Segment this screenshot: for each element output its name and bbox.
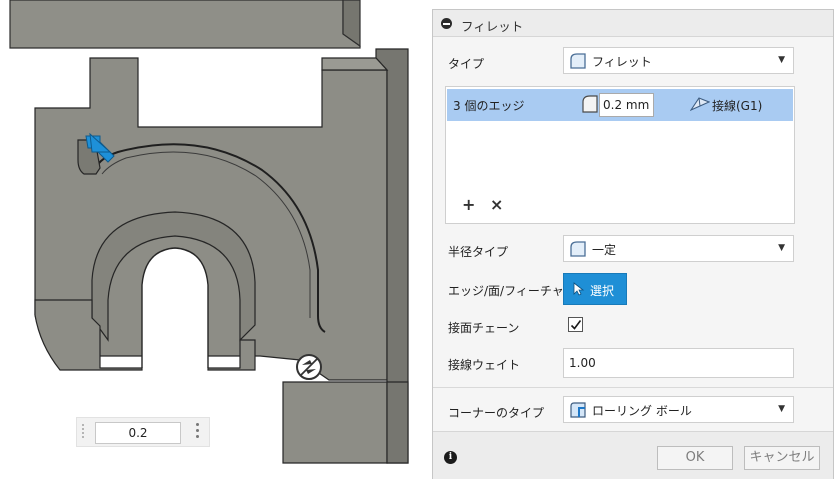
type-select[interactable]: フィレット ▼ — [563, 47, 794, 74]
corner-icon — [569, 401, 587, 422]
3d-viewport[interactable]: 0.2 — [0, 0, 430, 487]
section-divider — [433, 387, 833, 388]
floating-value-input: 0.2 — [76, 417, 210, 447]
corner-type-label: コーナーのタイプ — [448, 406, 545, 420]
dialog-header[interactable]: フィレット — [433, 10, 833, 37]
radius-type-label: 半径タイプ — [448, 245, 509, 259]
floating-radius-input[interactable]: 0.2 — [95, 422, 181, 444]
remove-button[interactable]: × — [490, 197, 503, 213]
radius-input[interactable]: 0.2 mm — [599, 93, 654, 117]
select-button[interactable]: 選択 — [563, 273, 627, 305]
manipulator-icon[interactable] — [296, 354, 322, 380]
fillet-dialog: フィレット タイプ フィレット ▼ 3 個のエッジ 0.2 mm 接線(G1) … — [432, 9, 834, 479]
cad-model[interactable] — [0, 0, 430, 487]
dialog-footer: i OK キャンセル — [433, 431, 833, 479]
type-label: タイプ — [448, 57, 485, 71]
edge-set-row[interactable]: 3 個のエッジ 0.2 mm 接線(G1) — [447, 89, 793, 121]
dialog-title: フィレット — [461, 19, 524, 34]
tangent-chain-label: 接面チェーン — [448, 321, 520, 335]
chevron-down-icon: ▼ — [778, 55, 785, 65]
edge-set-list: 3 個のエッジ 0.2 mm 接線(G1) + × — [445, 86, 795, 224]
check-icon — [570, 320, 582, 330]
corner-type-value: ローリング ボール — [592, 404, 692, 418]
cursor-icon — [573, 282, 585, 299]
type-value: フィレット — [592, 55, 652, 69]
tangency-weight-input[interactable]: 1.00 — [563, 348, 794, 378]
drag-grip-icon[interactable] — [80, 424, 86, 442]
edge-count-label: 3 個のエッジ — [453, 99, 525, 113]
radius-icon — [582, 95, 598, 116]
add-button[interactable]: + — [462, 197, 475, 213]
cancel-button[interactable]: キャンセル — [744, 446, 820, 470]
tangency-weight-label: 接線ウェイト — [448, 358, 521, 372]
chevron-down-icon: ▼ — [778, 404, 785, 414]
selection-label: エッジ/面/フィーチャ — [448, 284, 564, 298]
more-options-icon[interactable] — [193, 423, 201, 443]
chevron-down-icon: ▼ — [778, 243, 785, 253]
fillet-icon — [569, 240, 587, 261]
fillet-icon — [569, 52, 587, 73]
tangent-chain-checkbox[interactable] — [568, 317, 583, 332]
tangency-value: 接線(G1) — [712, 99, 763, 113]
radius-type-select[interactable]: 一定 ▼ — [563, 235, 794, 262]
select-button-label: 選択 — [590, 284, 615, 298]
corner-type-select[interactable]: ローリング ボール ▼ — [563, 396, 794, 423]
tangent-icon[interactable] — [689, 96, 711, 115]
radius-type-value: 一定 — [592, 243, 617, 257]
collapse-icon[interactable] — [441, 18, 452, 29]
info-icon[interactable]: i — [444, 451, 457, 464]
ok-button[interactable]: OK — [657, 446, 733, 470]
